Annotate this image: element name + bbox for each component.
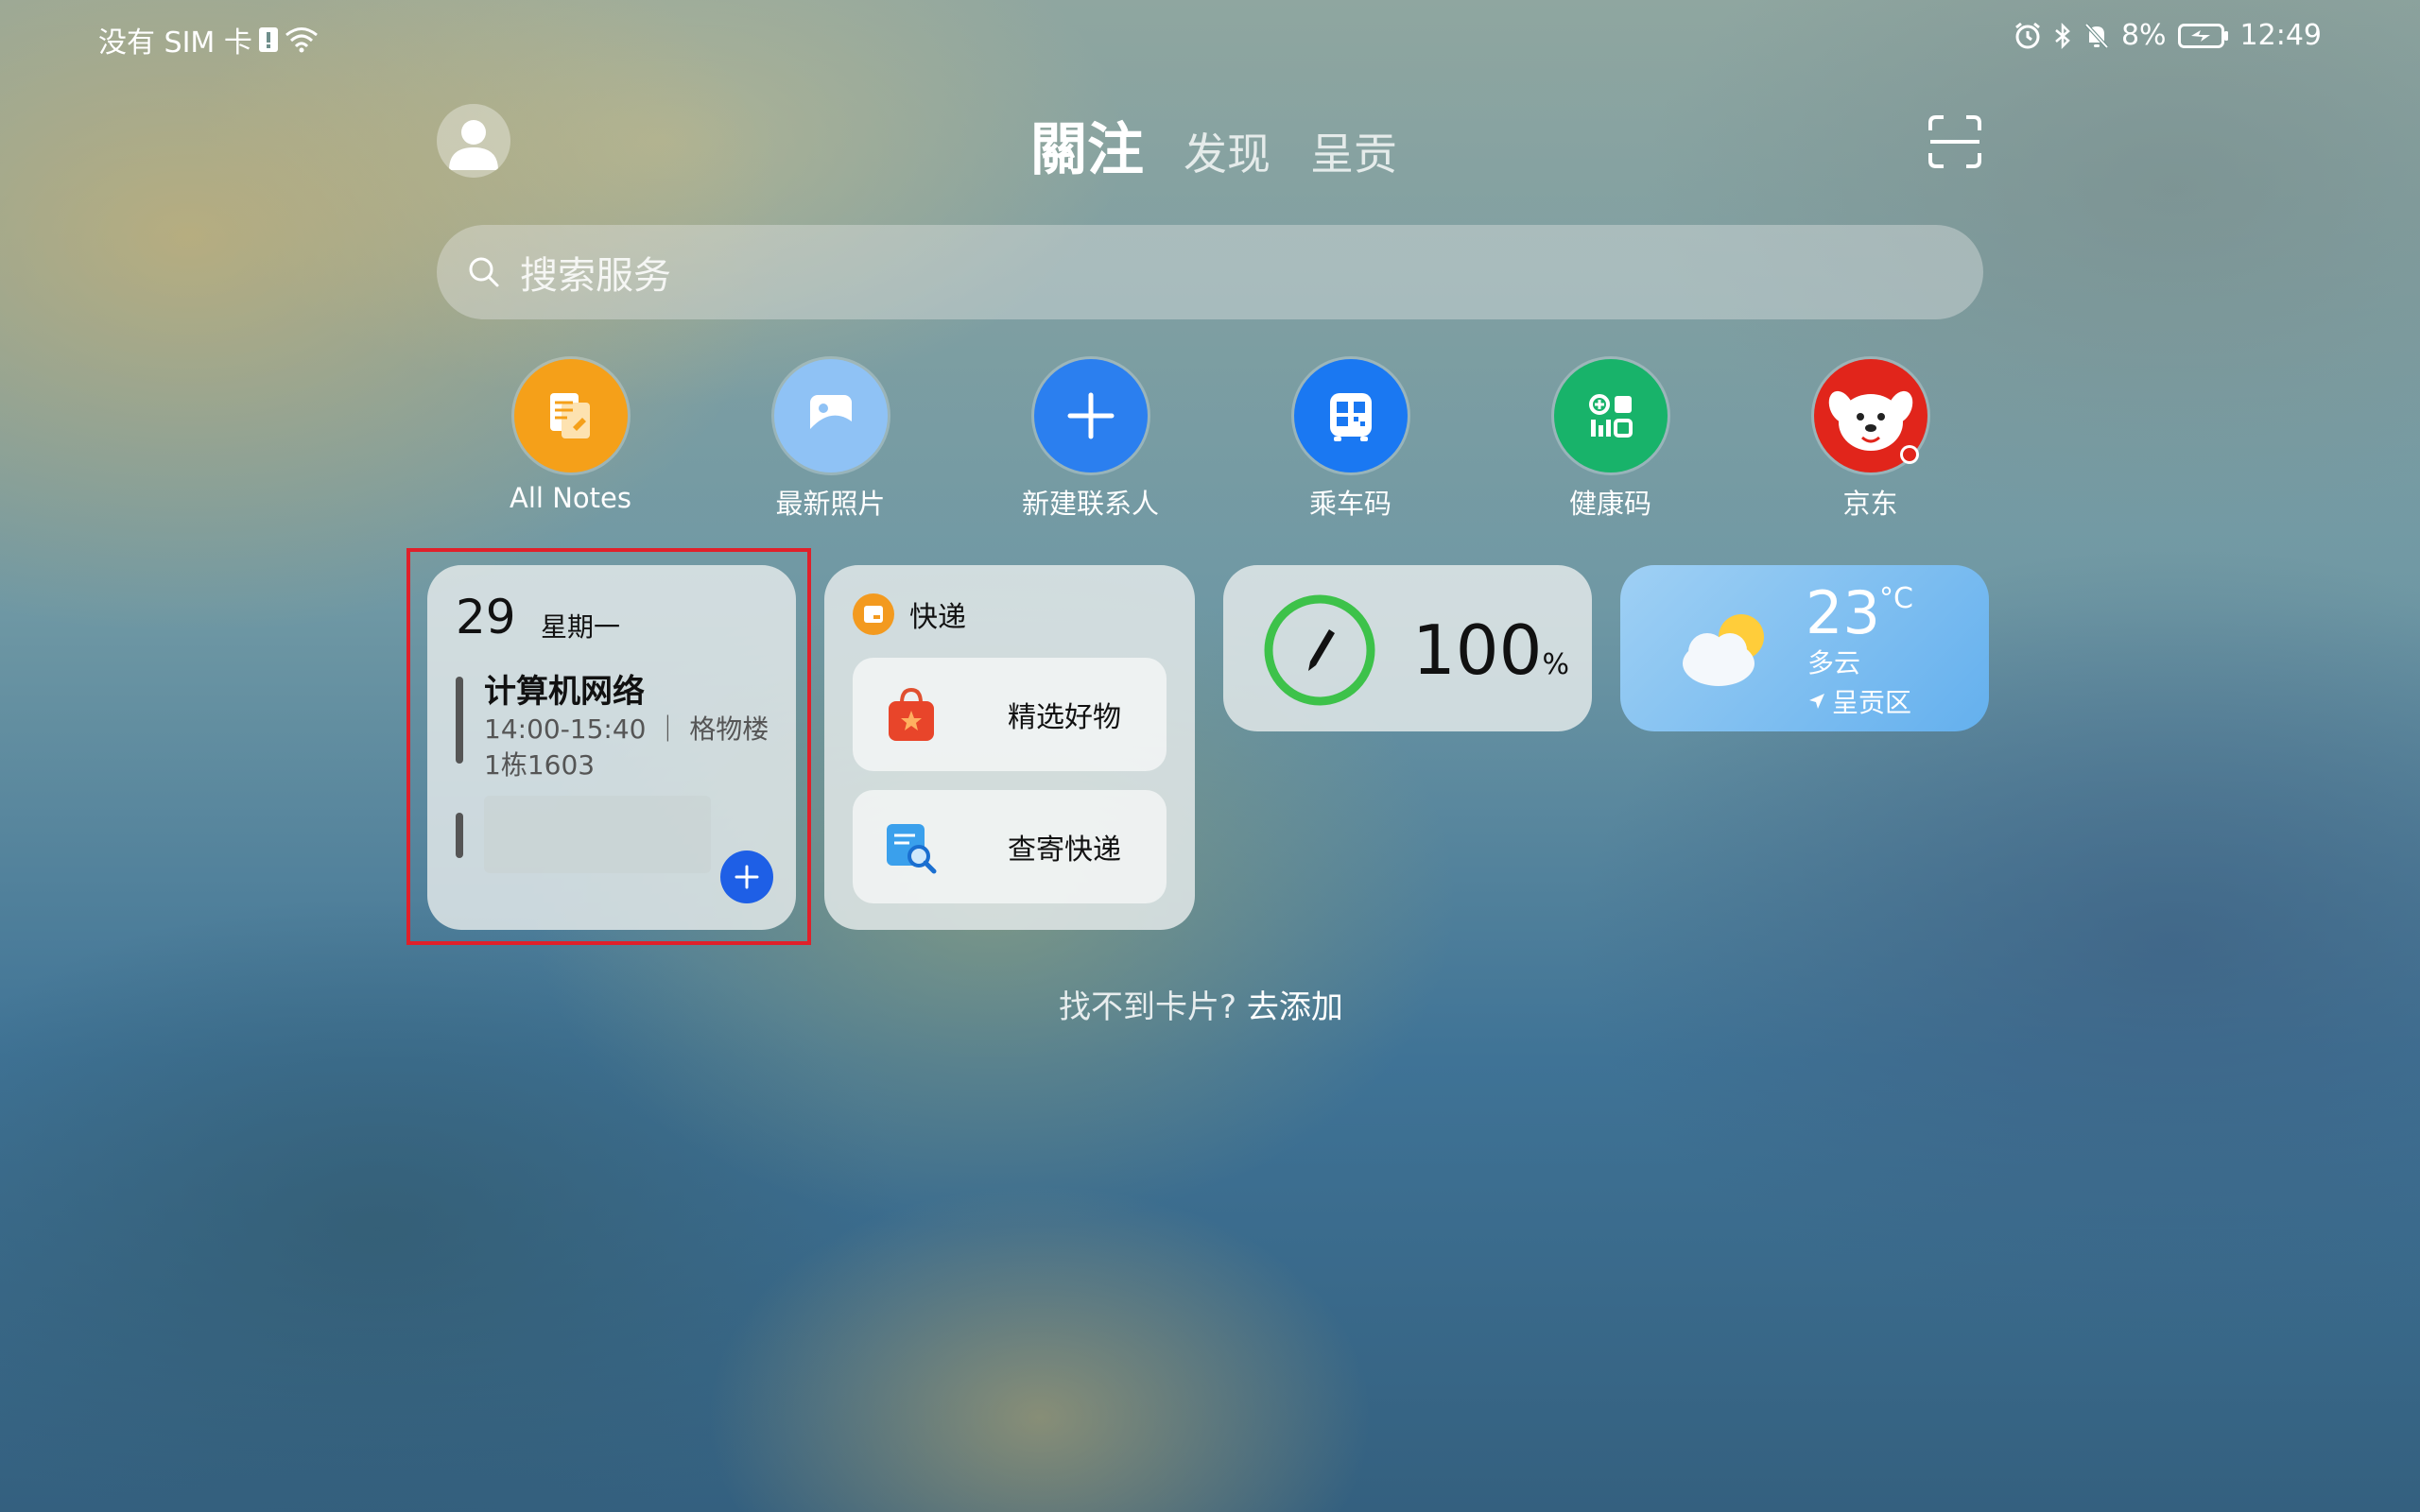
add-card-hint: 找不到卡片? 去添加: [1059, 981, 1343, 1027]
app-all-notes[interactable]: All Notes: [441, 359, 700, 522]
battery-number: 100: [1412, 610, 1543, 690]
wifi-icon: [285, 26, 319, 53]
plus-icon: [735, 865, 759, 889]
weather-location-text: 呈贡区: [1832, 687, 1912, 718]
sim-alert-icon: [258, 26, 279, 54]
status-bar-right: 8% 12:49: [2014, 19, 2322, 52]
express-item-featured[interactable]: 精选好物: [853, 658, 1167, 771]
calendar-card[interactable]: 29 星期一 计算机网络 14:00-15:40 ｜ 格物楼 1栋1603: [427, 565, 796, 930]
bluetooth-icon: [2053, 22, 2072, 50]
stylus-battery-ring: [1264, 594, 1375, 706]
clock-time: 12:49: [2239, 19, 2322, 52]
add-event-button[interactable]: [720, 850, 773, 903]
event-indicator: [456, 813, 463, 858]
carrier-text: 没有 SIM 卡: [98, 26, 252, 60]
app-latest-photos[interactable]: 最新照片: [700, 359, 960, 522]
event-title: 计算机网络: [484, 673, 645, 711]
avatar[interactable]: [437, 104, 510, 178]
bus-qr-icon: [1293, 359, 1408, 472]
header-tabs: 關注 发现 呈贡: [1030, 104, 1397, 186]
alarm-icon: [2014, 22, 2042, 50]
health-code-icon: [1553, 359, 1668, 472]
express-item-track[interactable]: 查寄快递: [853, 790, 1167, 903]
plus-icon: [1033, 359, 1148, 472]
express-icon: [853, 593, 894, 635]
gallery-icon: [773, 359, 888, 472]
battery-percent: 8%: [2120, 19, 2167, 52]
search-bar[interactable]: 搜索服务: [437, 225, 1983, 319]
package-search-icon: [881, 816, 942, 877]
event-room: 1栋1603: [484, 749, 596, 781]
weather-temperature: 23: [1806, 578, 1880, 647]
jd-icon: [1813, 359, 1927, 472]
person-icon: [449, 120, 498, 170]
tab-chenggong[interactable]: 呈贡: [1310, 120, 1397, 182]
location-arrow-icon: [1809, 694, 1824, 709]
battery-card[interactable]: 100%: [1223, 565, 1592, 731]
express-item-label: 查寄快递: [1008, 833, 1121, 867]
shopping-bag-icon: [881, 684, 942, 745]
scan-icon: [1928, 115, 1981, 168]
app-jd[interactable]: 京东: [1740, 359, 2000, 522]
weather-condition: 多云: [1807, 647, 1861, 679]
weather-location: 呈贡区: [1807, 682, 1911, 720]
status-bar-left: 没有 SIM 卡: [98, 19, 319, 60]
app-label: 京东: [1842, 488, 1898, 520]
express-card: 快递 精选好物 查寄快递: [824, 565, 1195, 930]
search-icon: [469, 257, 499, 287]
app-bus-code[interactable]: 乘车码: [1220, 359, 1480, 522]
express-header: 快递: [853, 593, 966, 635]
app-label: 最新照片: [775, 488, 886, 520]
tab-discover[interactable]: 发现: [1184, 120, 1270, 182]
app-label: 新建联系人: [1021, 488, 1159, 520]
app-label: 健康码: [1568, 488, 1651, 520]
quick-app-row: All Notes 最新照片 新建联系人 乘车码 健康码 京东: [441, 359, 2000, 522]
express-item-label: 精选好物: [1008, 701, 1121, 734]
event-time-place: 14:00-15:40 ｜ 格物楼: [484, 713, 769, 745]
event-indicator: [456, 677, 463, 764]
event-placeholder: [484, 796, 711, 873]
express-title: 快递: [909, 601, 966, 634]
search-placeholder: 搜索服务: [520, 254, 671, 298]
battery-value: 100%: [1412, 610, 1569, 690]
app-label: All Notes: [510, 482, 631, 514]
stylus-icon: [1308, 629, 1335, 671]
mute-bell-icon: [2083, 22, 2110, 50]
app-new-contact[interactable]: 新建联系人: [960, 359, 1220, 522]
hint-text: 找不到卡片?: [1059, 988, 1237, 1026]
calendar-day: 29: [456, 590, 516, 644]
battery-unit: %: [1542, 648, 1569, 681]
battery-charging-icon: [2177, 23, 2229, 49]
app-label: 乘车码: [1308, 488, 1392, 520]
calendar-weekday: 星期一: [541, 611, 621, 643]
app-health-code[interactable]: 健康码: [1480, 359, 1740, 522]
add-card-link[interactable]: 去添加: [1247, 988, 1343, 1026]
scan-button[interactable]: [1927, 113, 1983, 170]
weather-unit: °C: [1879, 582, 1913, 615]
tab-following[interactable]: 關注: [1030, 104, 1144, 186]
weather-card[interactable]: 23 °C 多云 呈贡区: [1620, 565, 1989, 731]
cloudy-icon: [1683, 614, 1764, 686]
notes-icon: [513, 359, 628, 472]
